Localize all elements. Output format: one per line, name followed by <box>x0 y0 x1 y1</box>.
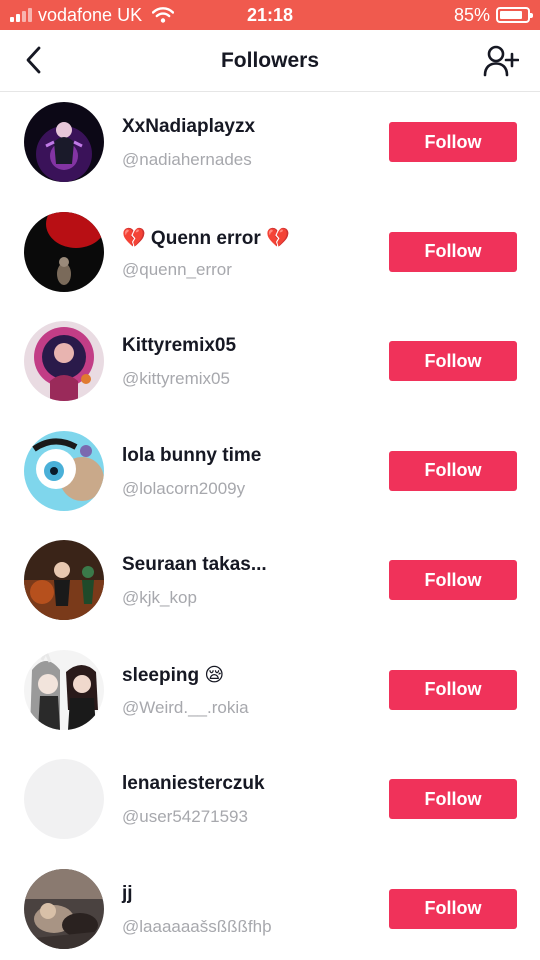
follower-handle: @nadiahernades <box>122 150 252 169</box>
follower-handle: @lolacorn2009y <box>122 478 246 498</box>
add-user-icon <box>483 45 519 77</box>
follower-name: lenaniesterczuk <box>122 773 265 794</box>
chevron-left-icon <box>26 46 41 74</box>
follow-button[interactable]: Follow <box>389 779 517 819</box>
follower-handle: @Weird.__.rokia <box>122 697 249 717</box>
avatar[interactable] <box>24 649 104 730</box>
follower-name: XxNadiaplayzx <box>122 116 256 137</box>
list-item[interactable]: Seuraan takas... @kjk_kop Follow <box>0 530 540 640</box>
follower-name: Kittyremix05 <box>122 335 237 356</box>
follower-name: lola bunny time <box>122 444 262 466</box>
add-friend-button[interactable] <box>482 43 520 79</box>
follower-name: jj <box>122 882 133 904</box>
follower-handle: @kittyremix05 <box>122 369 230 388</box>
follow-button[interactable]: Follow <box>389 888 517 929</box>
list-item[interactable]: jj @laaaaaašsßßßfhþ Follow <box>0 859 540 960</box>
header: Followers <box>0 30 540 92</box>
list-item[interactable]: sleeping 😪 @Weird.__.rokia Follow <box>0 640 540 750</box>
follow-button[interactable]: Follow <box>389 450 517 491</box>
follower-name: Seuraan takas... <box>122 554 267 575</box>
battery-icon <box>496 7 533 23</box>
follow-button[interactable]: Follow <box>389 669 517 710</box>
list-item[interactable]: lenaniesterczuk @user54271593 Follow <box>0 749 540 859</box>
follower-handle: @kjk_kop <box>122 588 197 607</box>
follower-name: 💔 Quenn error 💔 <box>122 227 290 249</box>
avatar[interactable] <box>24 759 104 839</box>
follower-handle: @quenn_error <box>122 259 232 279</box>
list-item[interactable]: 💔 Quenn error 💔 @quenn_error Follow <box>0 202 540 312</box>
avatar[interactable] <box>24 102 104 182</box>
avatar[interactable] <box>24 321 104 401</box>
follow-button[interactable]: Follow <box>389 231 517 272</box>
follower-handle: @laaaaaašsßßßfhþ <box>122 916 272 936</box>
list-item[interactable]: Kittyremix05 @kittyremix05 Follow <box>0 311 540 421</box>
page-title: Followers <box>220 49 320 72</box>
back-button[interactable] <box>18 44 50 76</box>
avatar[interactable] <box>24 868 104 949</box>
follow-button[interactable]: Follow <box>389 122 517 162</box>
follower-name: sleeping 😪 <box>122 664 225 686</box>
follower-handle: @user54271593 <box>122 807 248 826</box>
list-item[interactable]: lola bunny time @lolacorn2009y Follow <box>0 421 540 531</box>
followers-list: XxNadiaplayzx @nadiahernades Follow 💔 Qu… <box>0 92 540 960</box>
list-item[interactable]: XxNadiaplayzx @nadiahernades Follow <box>0 92 540 202</box>
avatar[interactable] <box>24 211 104 292</box>
follow-button[interactable]: Follow <box>389 341 517 381</box>
battery-percentage: 85% <box>453 5 490 25</box>
status-bar: vodafone UK 21:18 85% <box>0 0 540 30</box>
avatar[interactable] <box>24 540 104 620</box>
avatar[interactable] <box>24 430 104 511</box>
follow-button[interactable]: Follow <box>389 560 517 600</box>
